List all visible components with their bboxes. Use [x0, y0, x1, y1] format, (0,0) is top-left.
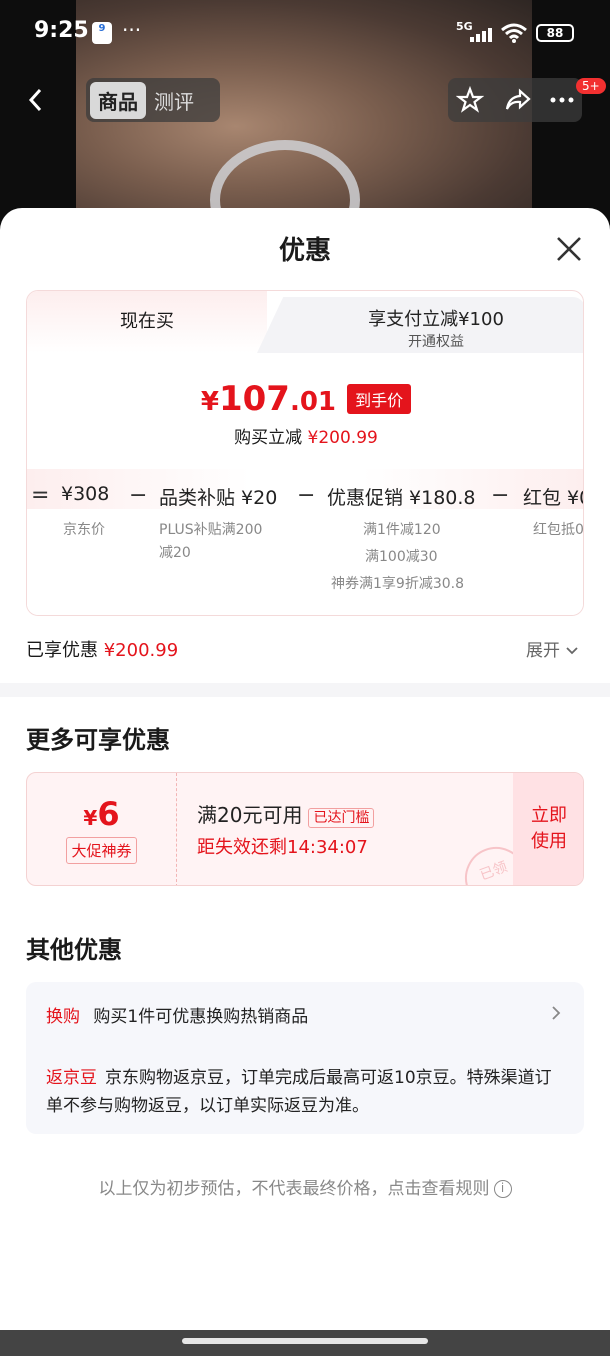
- jingdou-row: 返京豆 京东购物返京豆，订单完成后最高可返10京豆。特殊渠道订单不参与购物返豆，以…: [46, 1064, 566, 1120]
- discount-amount: ¥200.99: [307, 428, 378, 448]
- tab-buy-now[interactable]: 现在买: [27, 291, 267, 353]
- other-discounts-box: 换购 购买1件可优惠换购热销商品 返京豆 京东购物返京豆，订单完成后最高可返10京…: [26, 982, 584, 1134]
- expand-button[interactable]: 展开: [526, 636, 579, 661]
- battery-icon: 88: [536, 24, 574, 42]
- system-nav-bar: [0, 1330, 610, 1356]
- more-icon[interactable]: [548, 86, 576, 114]
- breakdown-sub: 减20: [159, 545, 191, 561]
- breakdown-item-promotion: 优惠促销 ¥180.8: [327, 487, 476, 509]
- app-notification-icon: 9: [92, 22, 112, 44]
- jingdou-label: 返京豆: [46, 1068, 97, 1088]
- tab-payment-benefit[interactable]: 享支付立减¥100 开通权益: [257, 297, 583, 353]
- swap-label: 换购: [46, 1007, 80, 1027]
- status-bar: 9:25 9 ··· 5G 88: [0, 0, 610, 66]
- breakdown-sub: 神券满1享9折减30.8: [331, 576, 464, 592]
- top-actions: [448, 78, 582, 122]
- message-badge: 5+: [576, 78, 606, 94]
- coupon-countdown: 距失效还剩14:34:07: [197, 837, 368, 858]
- breakdown-op: =: [31, 483, 50, 508]
- enjoyed-discount: 已享优惠 ¥200.99: [26, 636, 178, 662]
- coupon-value: ¥6 大促神券: [27, 773, 177, 885]
- threshold-reached-badge: 已达门槛: [308, 807, 375, 828]
- product-tabs: 商品 测评: [86, 78, 220, 122]
- home-indicator[interactable]: [182, 1338, 428, 1344]
- breakdown-sub: 满100减30: [365, 549, 438, 565]
- back-icon[interactable]: [26, 86, 46, 114]
- section-divider: [0, 683, 610, 697]
- breakdown-item-jd-price: ¥308: [61, 483, 110, 505]
- discount-label: 购买立减: [234, 428, 303, 448]
- breakdown-item-red-packet: 红包 ¥0: [523, 487, 583, 509]
- breakdown-sub: 满1件减120: [363, 522, 441, 538]
- sheet-title: 优惠: [278, 236, 331, 266]
- breakdown-sub: 京东价: [63, 522, 105, 538]
- price-card: 现在买 享支付立减¥100 开通权益 ¥107.01 到手价 购买立减 ¥200…: [26, 290, 584, 616]
- discount-row: 购买立减 ¥200.99: [27, 423, 583, 448]
- discount-sheet: 优惠 现在买 享支付立减¥100 开通权益 ¥107.01 到手价 购买立减 ¥…: [0, 208, 610, 1356]
- more-discounts-title: 更多可享优惠: [26, 726, 170, 754]
- breakdown-op: −: [297, 483, 316, 508]
- breakdown-op: −: [491, 483, 510, 508]
- wifi-icon: [501, 23, 527, 43]
- product-top-bar: 商品 测评 5+: [0, 78, 610, 124]
- coupon-condition: 满20元可用 已达门槛: [197, 799, 375, 828]
- enjoyed-label: 已享优惠: [26, 640, 98, 661]
- tab-review[interactable]: 测评: [146, 82, 202, 119]
- coupon-type: 大促神券: [66, 837, 137, 864]
- jingdou-text: 京东购物返京豆，订单完成后最高可返10京豆。特殊渠道订单不参与购物返豆，以订单实…: [46, 1068, 552, 1116]
- final-price-row: ¥107.01 到手价: [27, 379, 583, 419]
- price-breakdown[interactable]: = ¥308 京东价 − 品类补贴 ¥20 PLUS补贴满200 减20 − 优…: [27, 469, 584, 615]
- status-time: 9:25: [34, 18, 89, 43]
- breakdown-op: −: [129, 483, 148, 508]
- final-price-tag: 到手价: [347, 384, 412, 414]
- chevron-down-icon: [566, 647, 579, 655]
- payment-benefit-title: 享支付立减¥100: [368, 309, 504, 330]
- swap-text: 购买1件可优惠换购热销商品: [93, 1007, 309, 1027]
- info-icon[interactable]: i: [493, 1180, 512, 1198]
- use-coupon-button[interactable]: 立即 使用: [513, 773, 583, 885]
- favorite-icon[interactable]: [456, 86, 484, 114]
- final-price: ¥107.01: [200, 379, 337, 419]
- close-icon[interactable]: [554, 234, 584, 264]
- payment-benefit-subtitle: 开通权益: [408, 334, 464, 350]
- tab-product[interactable]: 商品: [90, 81, 146, 119]
- coupon-amount: ¥6: [83, 795, 120, 833]
- breakdown-item-category-subsidy: 品类补贴 ¥20: [159, 487, 278, 509]
- breakdown-sub: 红包抵0: [533, 522, 584, 538]
- share-icon[interactable]: [504, 86, 532, 114]
- enjoyed-amount: ¥200.99: [103, 640, 179, 661]
- coupon-card[interactable]: ¥6 大促神券 满20元可用 已达门槛 距失效还剩14:34:07 已领 立即 使…: [26, 772, 584, 886]
- swap-offer-row[interactable]: 换购 购买1件可优惠换购热销商品: [46, 1002, 308, 1027]
- more-notifications-icon: ···: [122, 18, 142, 42]
- other-discounts-title: 其他优惠: [26, 936, 122, 964]
- signal-icon: [470, 26, 494, 42]
- rules-note[interactable]: 以上仅为初步预估，不代表最终价格，点击查看规则 i: [0, 1174, 610, 1199]
- chevron-right-icon[interactable]: [550, 1004, 562, 1022]
